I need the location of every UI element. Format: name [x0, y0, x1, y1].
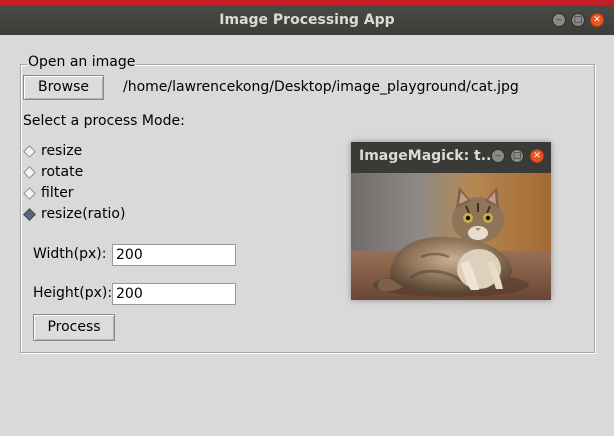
maximize-icon: □	[512, 151, 522, 161]
radio-label: resize(ratio)	[41, 206, 126, 222]
width-label: Width(px):	[33, 246, 107, 262]
open-image-legend: Open an image	[27, 54, 137, 70]
minimize-button[interactable]: ‒	[552, 13, 566, 27]
minimize-icon: ‒	[495, 151, 501, 161]
radio-label: resize	[41, 143, 83, 159]
height-input[interactable]: 200	[112, 283, 236, 305]
radio-label: rotate	[41, 164, 84, 180]
imagemagick-window[interactable]: ImageMagick: t... ‒ □ ✕	[351, 142, 551, 300]
imagemagick-title: ImageMagick: t...	[359, 148, 497, 164]
preview-minimize-button[interactable]: ‒	[491, 149, 505, 163]
height-label: Height(px):	[33, 285, 113, 301]
close-icon: ✕	[593, 15, 601, 25]
preview-maximize-button[interactable]: □	[510, 149, 524, 163]
width-input[interactable]: 200	[112, 244, 236, 266]
file-path: /home/lawrencekong/Desktop/image_playgro…	[123, 79, 519, 95]
preview-close-button[interactable]: ✕	[530, 149, 544, 163]
close-icon: ✕	[533, 151, 541, 161]
cat-image	[351, 173, 551, 300]
maximize-icon: □	[573, 15, 583, 25]
maximize-button[interactable]: □	[571, 13, 585, 27]
radio-label: filter	[41, 185, 74, 201]
process-button[interactable]: Process	[33, 314, 115, 341]
title-bar[interactable]: Image Processing App ‒ □ ✕	[0, 5, 614, 35]
browse-button[interactable]: Browse	[23, 75, 104, 100]
window-title: Image Processing App	[219, 12, 395, 28]
close-button[interactable]: ✕	[590, 13, 604, 27]
minimize-icon: ‒	[556, 15, 562, 25]
mode-prompt: Select a process Mode:	[23, 113, 185, 129]
